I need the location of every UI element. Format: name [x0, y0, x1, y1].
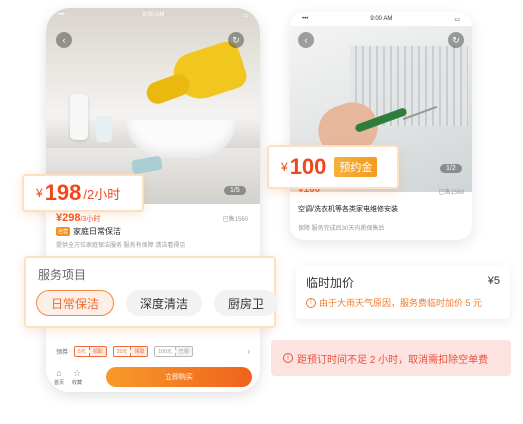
- jar-shape: [96, 116, 112, 142]
- service-chip-daily[interactable]: 日常保洁: [36, 290, 115, 316]
- surcharge-value: ¥5: [487, 275, 500, 287]
- refresh-icon[interactable]: ↻: [448, 32, 464, 48]
- service-chip-row: 日常保洁 深度清洁 厨房卫: [36, 290, 279, 316]
- price-amount: 198: [44, 180, 82, 205]
- home-icon: ⌂: [56, 367, 62, 378]
- back-icon[interactable]: ‹: [56, 32, 72, 48]
- bottom-bar: ⌂ 首页 ☆ 收藏 立即购买: [46, 362, 260, 392]
- sold-count: 已售1560: [438, 190, 464, 196]
- surcharge-label: 临时加价: [306, 276, 355, 290]
- signal-icon: •••: [58, 12, 65, 18]
- phone-mockup-repair: ••• 9:00 AM ▭ ‹ ↻ 1/2 ¥100 已售1560 空调/洗衣机…: [290, 12, 472, 240]
- back-icon[interactable]: ‹: [298, 32, 314, 48]
- cancel-warning-banner: ! 距预订时间不足 2 小时，取消需扣除空单费: [271, 340, 511, 376]
- soap-bottle-shape: [70, 94, 88, 140]
- coupon-5[interactable]: 5元 领取: [74, 346, 107, 357]
- buy-now-button[interactable]: 立即购买: [106, 367, 252, 387]
- warning-text: 距预订时间不足 2 小时，取消需扣除空单费: [297, 354, 489, 366]
- product-subtitle: 保障 服务完成后30天内质保售后: [298, 226, 385, 232]
- coupon-100[interactable]: 100元 已领: [154, 346, 193, 357]
- service-chip-deep[interactable]: 深度清洁: [126, 290, 203, 316]
- star-icon: ☆: [72, 367, 82, 378]
- service-items-panel: 服务项目 日常保洁 深度清洁 厨房卫: [24, 256, 279, 328]
- gallery-counter: 1/5: [224, 186, 246, 195]
- service-chip-kitchen[interactable]: 厨房卫: [214, 290, 279, 316]
- deposit-badge: 预约金: [334, 157, 378, 177]
- status-bar: ••• 9:00 AM ▭: [290, 12, 472, 26]
- battery-icon: ▭: [454, 16, 460, 23]
- price-label: ¥298/3小时: [56, 212, 101, 224]
- chevron-right-icon[interactable]: ›: [247, 347, 250, 356]
- product-subtitle: 提供全方位家庭保洁服务 服务有保障 清洁看得见: [56, 243, 186, 249]
- price-callout-deposit: ¥ 100 预约金: [267, 145, 399, 189]
- coupon-label: 领券: [56, 350, 69, 356]
- price-amount: 100: [289, 154, 327, 179]
- price-callout-hourly: ¥ 198 /2小时: [22, 174, 144, 212]
- status-time: 9:00 AM: [142, 12, 165, 18]
- surcharge-note: ! 由于大雨天气原因，服务费临时加价 5 元: [306, 296, 482, 309]
- battery-icon: ▭: [242, 12, 248, 19]
- product-title: 空调/洗衣机等各类家电维修安装: [298, 206, 398, 213]
- product-title: 自营 家庭日常保洁: [56, 227, 122, 236]
- tab-favorites[interactable]: ☆ 收藏: [72, 367, 82, 386]
- glove-finger-shape: [143, 71, 193, 107]
- coupon-row: 领券 5元 领取 20元 领取 100元 已领 ›: [56, 346, 250, 357]
- tab-home[interactable]: ⌂ 首页: [54, 367, 64, 386]
- sold-count: 已售1560: [222, 217, 248, 223]
- service-title: 服务项目: [38, 268, 87, 282]
- temp-surcharge-panel: 临时加价 ¥5 ! 由于大雨天气原因，服务费临时加价 5 元: [296, 265, 510, 319]
- info-icon: !: [306, 297, 316, 308]
- price-unit: /2小时: [83, 186, 121, 202]
- gallery-counter: 1/2: [440, 164, 462, 173]
- signal-icon: •••: [302, 16, 309, 22]
- status-time: 9:00 AM: [370, 16, 393, 22]
- warning-icon: !: [283, 353, 293, 363]
- refresh-icon[interactable]: ↻: [228, 32, 244, 48]
- status-bar: ••• 9:00 AM ▭: [46, 8, 260, 22]
- self-operated-badge: 自营: [56, 227, 71, 236]
- coupon-20[interactable]: 20元 领取: [112, 346, 149, 357]
